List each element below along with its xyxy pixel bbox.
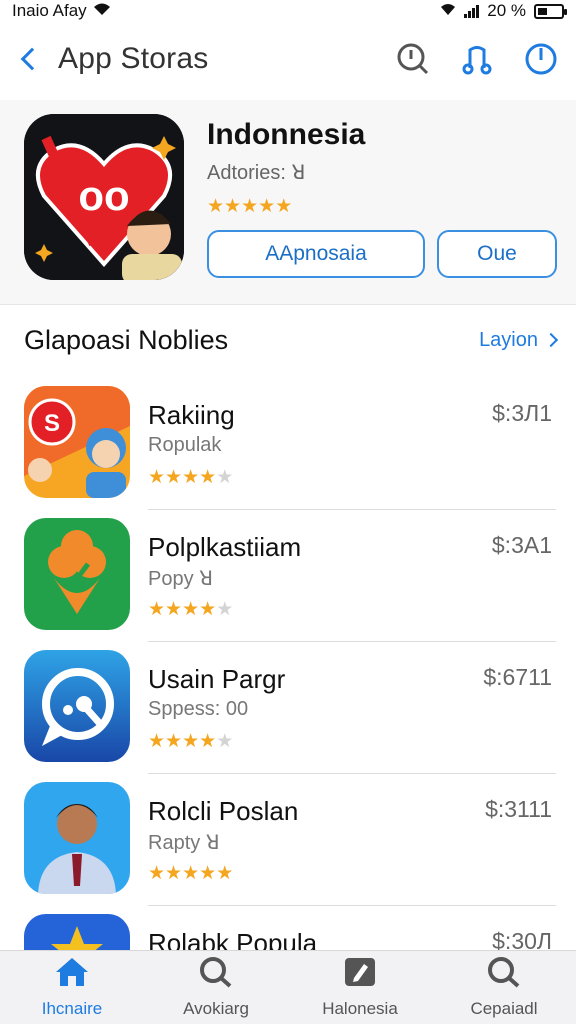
see-all-label[interactable]: Layion bbox=[479, 329, 538, 352]
star-icon: ★ bbox=[148, 467, 166, 488]
star-icon: ★ bbox=[182, 467, 200, 488]
section-title: Glapoasi Noblies bbox=[24, 324, 229, 355]
tab-home[interactable]: Ihcnaire bbox=[0, 951, 144, 1024]
back-chevron-icon[interactable] bbox=[20, 47, 44, 71]
person-avatar-icon bbox=[24, 782, 130, 894]
list-item[interactable]: Usain Pargr Sppess: 00 ★★★★★ $:6711 bbox=[0, 642, 576, 774]
chat-bubble-icon bbox=[24, 650, 130, 762]
tab-edit[interactable]: Halonesia bbox=[288, 951, 432, 1024]
featured-primary-button[interactable]: AApnosaia bbox=[207, 230, 425, 278]
tab-search[interactable]: Avokiarg bbox=[144, 951, 288, 1024]
tab-label: Halonesia bbox=[322, 999, 398, 1018]
battery-percent: 20 % bbox=[487, 1, 526, 20]
star-icon: ★ bbox=[199, 731, 217, 752]
star-icon: ★ bbox=[148, 599, 166, 620]
app-price[interactable]: $:3A1 bbox=[492, 532, 552, 559]
star-icon: ★ bbox=[241, 196, 259, 217]
search-icon bbox=[486, 956, 522, 993]
star-icon: ★ bbox=[275, 196, 293, 217]
chevron-right-icon bbox=[543, 332, 559, 348]
app-price[interactable]: $:3Л1 bbox=[492, 400, 552, 427]
nav-bar: App Storas bbox=[0, 30, 576, 88]
app-subtitle: Rapty ꓤ bbox=[148, 832, 220, 854]
app-rating: ★★★★★ bbox=[148, 466, 233, 489]
star-icon: ★ bbox=[165, 599, 183, 620]
signal-icon bbox=[464, 4, 480, 18]
star-icon: ★ bbox=[216, 731, 234, 752]
tab-label: Ihcnaire bbox=[41, 999, 103, 1018]
app-price[interactable]: $:6711 bbox=[483, 664, 552, 691]
balloon-kids-icon: S bbox=[24, 386, 130, 498]
app-name: Usain Pargr bbox=[148, 664, 286, 694]
app-subtitle: Ropulak bbox=[148, 434, 222, 456]
star-icon: ★ bbox=[165, 467, 183, 488]
app-price[interactable]: $:3111 bbox=[485, 796, 552, 823]
heart-badge-icon[interactable]: oo bbox=[24, 114, 184, 280]
section-header: Glapoasi Noblies Layion bbox=[0, 318, 576, 362]
featured-app-card: oo Indonnesia Adtories: ꓤ ★★★★★ AApnosai… bbox=[0, 100, 576, 305]
search-icon[interactable] bbox=[396, 42, 430, 76]
featured-secondary-button[interactable]: Oue bbox=[437, 230, 557, 278]
carrier-label: Inaio Afay bbox=[12, 1, 87, 20]
star-icon: ★ bbox=[258, 196, 276, 217]
star-icon: ★ bbox=[216, 863, 234, 884]
power-icon[interactable] bbox=[524, 42, 558, 76]
status-bar: Inaio Afay 20 % bbox=[0, 0, 576, 22]
star-icon: ★ bbox=[148, 731, 166, 752]
tab-bar: Ihcnaire Avokiarg Halonesia Cepaiadl bbox=[0, 950, 576, 1024]
star-icon: ★ bbox=[182, 731, 200, 752]
svg-text:oo: oo bbox=[78, 172, 129, 219]
app-rating: ★★★★★ bbox=[148, 730, 233, 753]
list-item[interactable]: Polplkastiiam Popy ꓤ ★★★★★ $:3A1 bbox=[0, 510, 576, 642]
star-icon: ★ bbox=[207, 196, 225, 217]
star-icon: ★ bbox=[182, 863, 200, 884]
featured-rating: ★★★★★ bbox=[207, 195, 292, 218]
app-name: Rakiing bbox=[148, 400, 235, 430]
star-icon: ★ bbox=[148, 863, 166, 884]
app-name: Polplkastiiam bbox=[148, 532, 302, 562]
edit-icon bbox=[342, 956, 378, 993]
home-icon bbox=[54, 956, 90, 993]
app-subtitle: Popy ꓤ bbox=[148, 568, 214, 590]
wifi-icon bbox=[440, 1, 456, 21]
star-icon: ★ bbox=[199, 599, 217, 620]
app-subtitle: Sppess: 00 bbox=[148, 698, 249, 720]
app-rating: ★★★★★ bbox=[148, 598, 233, 621]
music-icon[interactable] bbox=[460, 42, 494, 76]
app-name: Rolcli Poslan bbox=[148, 796, 299, 826]
star-icon: ★ bbox=[199, 467, 217, 488]
status-left: Inaio Afay bbox=[12, 1, 111, 21]
star-icon: ★ bbox=[165, 863, 183, 884]
star-icon: ★ bbox=[224, 196, 242, 217]
battery-icon bbox=[534, 3, 567, 19]
star-icon: ★ bbox=[216, 599, 234, 620]
list-item[interactable]: Rolcli Poslan Rapty ꓤ ★★★★★ $:3111 bbox=[0, 774, 576, 906]
tab-label: Cepaiadl bbox=[470, 999, 538, 1018]
svg-text:S: S bbox=[44, 410, 60, 437]
app-list: S Rakiing Ropulak ★★★★★ $:3Л1 Polplkasti… bbox=[0, 378, 576, 1024]
featured-title: Indonnesia bbox=[207, 118, 366, 151]
nav-icons bbox=[396, 42, 558, 76]
wifi-icon bbox=[93, 1, 111, 21]
nav-title[interactable]: App Storas bbox=[58, 42, 208, 76]
list-item[interactable]: S Rakiing Ropulak ★★★★★ $:3Л1 bbox=[0, 378, 576, 510]
star-icon: ★ bbox=[216, 467, 234, 488]
star-icon: ★ bbox=[199, 863, 217, 884]
leaf-icon bbox=[24, 518, 130, 630]
app-rating: ★★★★★ bbox=[148, 862, 233, 885]
tab-search-2[interactable]: Cepaiadl bbox=[432, 951, 576, 1024]
tab-label: Avokiarg bbox=[183, 999, 249, 1018]
featured-subtitle: Adtories: ꓤ bbox=[207, 162, 306, 184]
star-icon: ★ bbox=[165, 731, 183, 752]
see-all-link[interactable]: Layion bbox=[479, 329, 559, 352]
search-icon bbox=[198, 956, 234, 993]
star-icon: ★ bbox=[182, 599, 200, 620]
status-right: 20 % bbox=[440, 1, 567, 21]
